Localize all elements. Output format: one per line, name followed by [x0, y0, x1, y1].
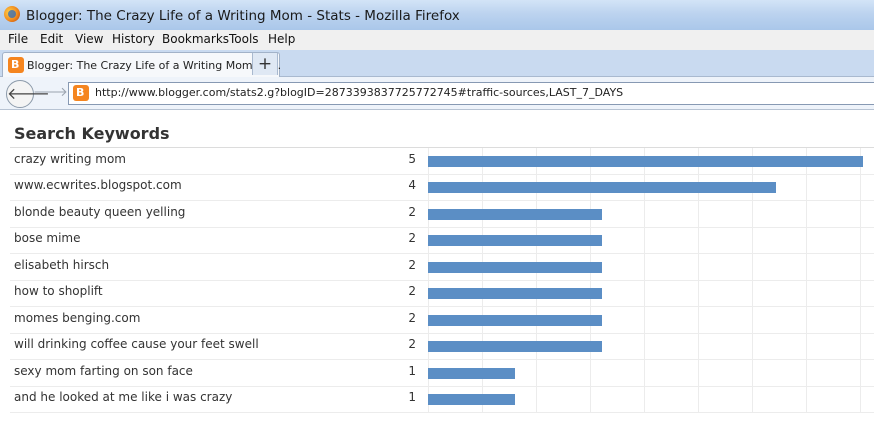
keyword-text: crazy writing mom [14, 152, 126, 166]
keyword-bar [428, 368, 515, 379]
tab-title: Blogger: The Crazy Life of a Writing Mom… [27, 59, 282, 72]
url-bar[interactable]: http://www.blogger.com/stats2.g?blogID=2… [68, 82, 874, 105]
keyword-row: and he looked at me like i was crazy 1 [10, 386, 874, 413]
keyword-count: 4 [408, 178, 416, 192]
menu-tools[interactable]: Tools [229, 32, 259, 46]
back-button[interactable]: 🡐 [6, 80, 50, 108]
keyword-count: 1 [408, 390, 416, 404]
menu-help[interactable]: Help [268, 32, 295, 46]
keyword-text: how to shoplift [14, 284, 103, 298]
keyword-text: bose mime [14, 231, 81, 245]
keyword-bar [428, 288, 602, 299]
keyword-bar [428, 182, 776, 193]
keyword-bar [428, 235, 602, 246]
keyword-text: blonde beauty queen yelling [14, 205, 186, 219]
keyword-text: elisabeth hirsch [14, 258, 110, 272]
section-title: Search Keywords [14, 124, 170, 143]
title-bar: Blogger: The Crazy Life of a Writing Mom… [0, 0, 874, 30]
keyword-count: 2 [408, 258, 416, 272]
new-tab-button[interactable]: + [252, 53, 278, 75]
keyword-text: www.ecwrites.blogspot.com [14, 178, 182, 192]
keyword-bar [428, 341, 602, 352]
blogger-icon [8, 57, 24, 73]
keyword-count: 2 [408, 311, 416, 325]
keyword-row: crazy writing mom 5 [10, 148, 874, 175]
keyword-text: sexy mom farting on son face [14, 364, 193, 378]
keyword-count: 1 [408, 364, 416, 378]
keyword-row: momes benging.com 2 [10, 307, 874, 334]
firefox-icon [4, 6, 20, 22]
menu-bar: File Edit View History Bookmarks Tools H… [0, 30, 874, 50]
window-title: Blogger: The Crazy Life of a Writing Mom… [26, 8, 460, 24]
menu-file[interactable]: File [8, 32, 28, 46]
keyword-count: 2 [408, 337, 416, 351]
keyword-count: 2 [408, 284, 416, 298]
navigation-bar: 🡐 🡒 http://www.blogger.com/stats2.g?blog… [0, 77, 874, 110]
tab-strip: Blogger: The Crazy Life of a Writing Mom… [0, 50, 874, 77]
keyword-text: and he looked at me like i was crazy [14, 390, 233, 404]
menu-view[interactable]: View [75, 32, 103, 46]
keyword-row: www.ecwrites.blogspot.com 4 [10, 174, 874, 201]
keyword-row: will drinking coffee cause your feet swe… [10, 333, 874, 360]
menu-history[interactable]: History [112, 32, 155, 46]
keyword-row: elisabeth hirsch 2 [10, 254, 874, 281]
keyword-text: will drinking coffee cause your feet swe… [14, 337, 259, 351]
keyword-count: 2 [408, 205, 416, 219]
keyword-row: bose mime 2 [10, 227, 874, 254]
keyword-bar [428, 262, 602, 273]
keyword-bar [428, 315, 602, 326]
keyword-bar [428, 394, 515, 405]
keyword-bar [428, 156, 863, 167]
keyword-bar [428, 209, 602, 220]
tab-blogger-stats[interactable]: Blogger: The Crazy Life of a Writing Mom… [2, 52, 282, 77]
menu-bookmarks[interactable]: Bookmarks [162, 32, 229, 46]
keyword-text: momes benging.com [14, 311, 141, 325]
menu-edit[interactable]: Edit [40, 32, 63, 46]
keyword-row: sexy mom farting on son face 1 [10, 360, 874, 387]
keyword-row: how to shoplift 2 [10, 280, 874, 307]
keyword-count: 5 [408, 152, 416, 166]
url-text[interactable]: http://www.blogger.com/stats2.g?blogID=2… [95, 86, 623, 99]
blogger-site-icon [73, 85, 89, 101]
keyword-count: 2 [408, 231, 416, 245]
keyword-row: blonde beauty queen yelling 2 [10, 201, 874, 228]
forward-button[interactable]: 🡒 [33, 84, 68, 102]
